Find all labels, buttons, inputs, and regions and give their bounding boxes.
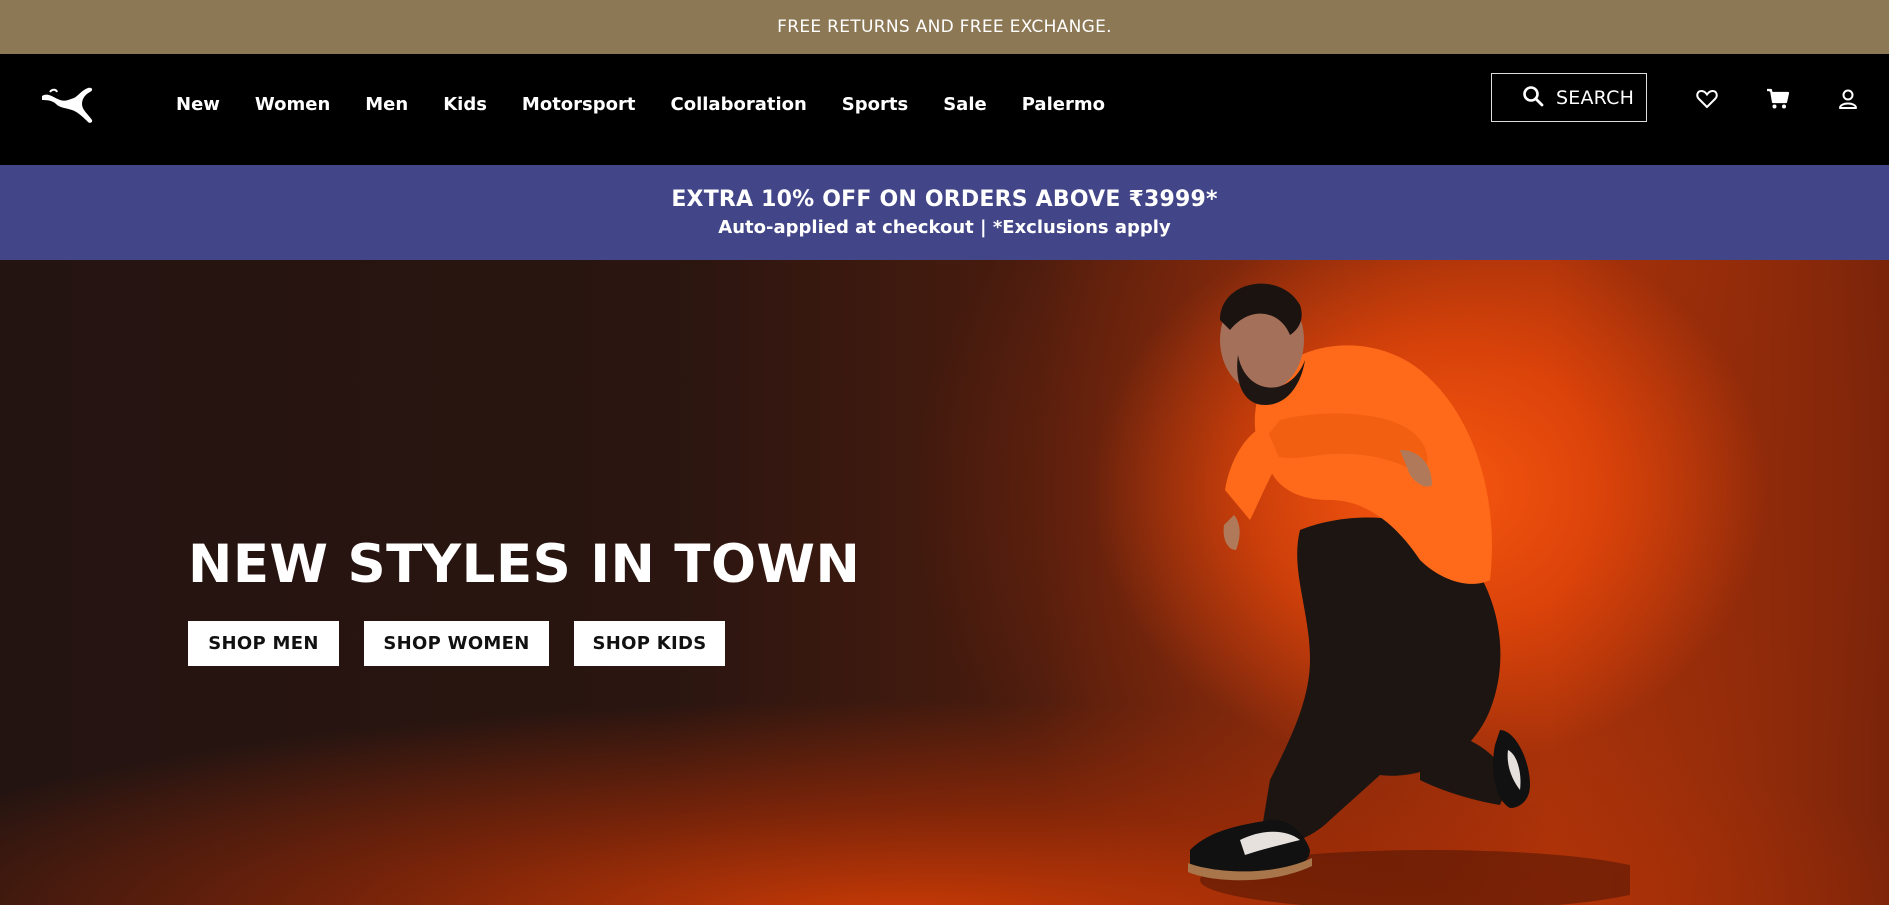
shop-men-button[interactable]: SHOP MEN bbox=[188, 621, 339, 666]
nav-link-women[interactable]: Women bbox=[255, 94, 330, 115]
search-label: SEARCH bbox=[1556, 86, 1635, 109]
hero-model-image bbox=[1188, 283, 1630, 905]
cart-icon[interactable] bbox=[1765, 86, 1791, 112]
nav-link-new[interactable]: New bbox=[176, 94, 220, 115]
promo-headline: EXTRA 10% OFF ON ORDERS ABOVE ₹3999* bbox=[671, 187, 1218, 212]
nav-link-palermo[interactable]: Palermo bbox=[1022, 94, 1105, 115]
hero-banner[interactable]: NEW STYLES IN TOWN SHOP MEN SHOP WOMEN S… bbox=[0, 260, 1889, 905]
nav-link-sports[interactable]: Sports bbox=[842, 94, 908, 115]
primary-nav: New Women Men Kids Motorsport Collaborat… bbox=[176, 94, 1140, 115]
shop-kids-button[interactable]: SHOP KIDS bbox=[574, 621, 725, 666]
nav-link-sale[interactable]: Sale bbox=[943, 94, 987, 115]
top-announcement-banner: FREE RETURNS AND FREE EXCHANGE. bbox=[0, 0, 1889, 54]
puma-cat-logo-icon[interactable] bbox=[38, 84, 96, 126]
main-navbar: New Women Men Kids Motorsport Collaborat… bbox=[0, 54, 1889, 165]
promo-subtext: Auto-applied at checkout | *Exclusions a… bbox=[718, 217, 1171, 238]
promo-strip: EXTRA 10% OFF ON ORDERS ABOVE ₹3999* Aut… bbox=[0, 165, 1889, 260]
nav-link-kids[interactable]: Kids bbox=[443, 94, 487, 115]
search-button[interactable]: SEARCH bbox=[1491, 73, 1647, 122]
nav-link-collaboration[interactable]: Collaboration bbox=[671, 94, 807, 115]
hero-title: NEW STYLES IN TOWN bbox=[188, 534, 861, 595]
nav-link-men[interactable]: Men bbox=[365, 94, 408, 115]
heart-icon[interactable] bbox=[1694, 86, 1720, 112]
top-announcement-text: FREE RETURNS AND FREE EXCHANGE. bbox=[777, 17, 1112, 37]
shop-women-button[interactable]: SHOP WOMEN bbox=[364, 621, 549, 666]
nav-link-motorsport[interactable]: Motorsport bbox=[522, 94, 636, 115]
search-icon bbox=[1522, 85, 1544, 111]
user-icon[interactable] bbox=[1835, 86, 1861, 112]
